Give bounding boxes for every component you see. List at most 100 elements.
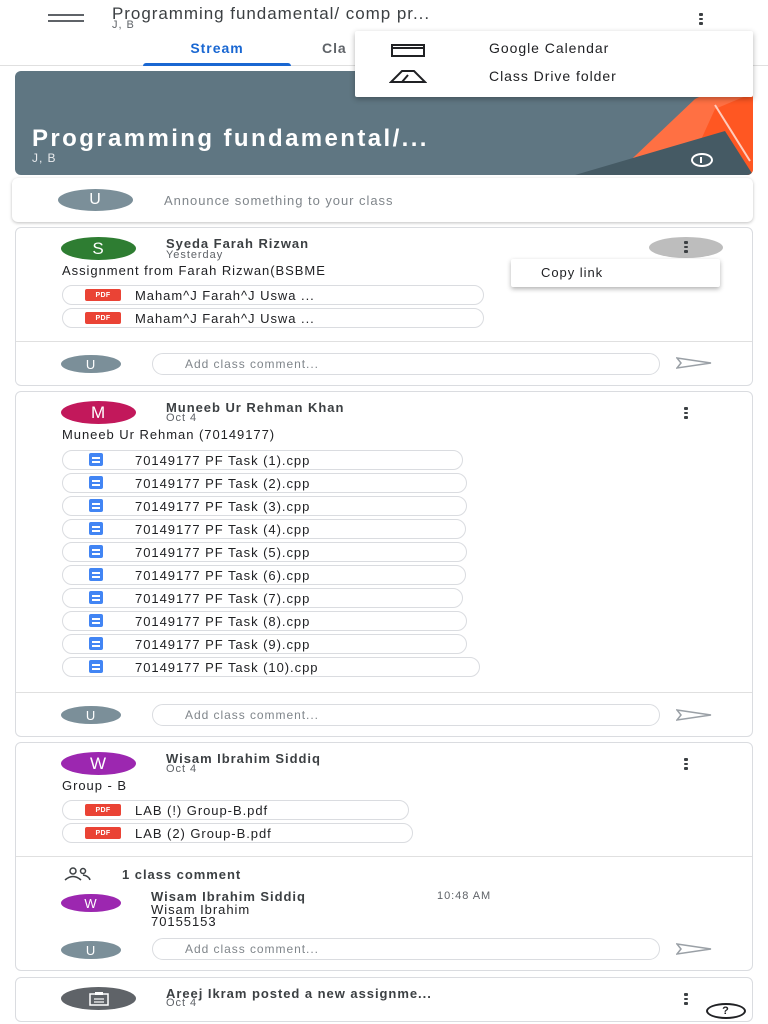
overflow-dropdown-menu: Google Calendar Class Drive folder: [355, 31, 753, 97]
attachment-chip[interactable]: PDF Maham^J Farah^J Uswa ...: [62, 285, 484, 305]
menu-item-google-calendar[interactable]: Google Calendar: [355, 36, 753, 64]
attachment-name: 70149177 PF Task (5).cpp: [135, 545, 311, 560]
avatar: W: [61, 752, 136, 775]
attachment-chip[interactable]: 70149177 PF Task (7).cpp: [62, 588, 463, 608]
post-card: S Syeda Farah Rizwan Yesterday Assignmen…: [15, 227, 753, 386]
menu-item-label: Google Calendar: [489, 40, 610, 56]
copy-link-menu-item[interactable]: Copy link: [511, 259, 720, 287]
document-icon: [89, 499, 103, 512]
attachment-chip[interactable]: 70149177 PF Task (10).cpp: [62, 657, 480, 677]
info-icon[interactable]: [691, 153, 713, 167]
attachment-name: Maham^J Farah^J Uswa ...: [135, 311, 315, 326]
attachment-chip[interactable]: PDF Maham^J Farah^J Uswa ...: [62, 308, 484, 328]
avatar: S: [61, 237, 136, 260]
attachment-name: LAB (!) Group-B.pdf: [135, 803, 269, 818]
attachment-chip[interactable]: 70149177 PF Task (8).cpp: [62, 611, 467, 631]
post-date: Yesterday: [166, 249, 224, 261]
send-icon[interactable]: [676, 709, 712, 721]
banner-subtitle: J, B: [32, 151, 57, 165]
document-icon: [89, 614, 103, 627]
attachment-chip[interactable]: 70149177 PF Task (1).cpp: [62, 450, 463, 470]
post-card: M Muneeb Ur Rehman Khan Oct 4 Muneeb Ur …: [15, 391, 753, 737]
attachment-name: 70149177 PF Task (10).cpp: [135, 660, 319, 675]
comment-input[interactable]: Add class comment...: [152, 938, 660, 960]
post-text: Assignment from Farah Rizwan(BSBME: [62, 263, 326, 278]
send-icon[interactable]: [676, 943, 712, 955]
attachment-chip[interactable]: 70149177 PF Task (9).cpp: [62, 634, 467, 654]
comment-input[interactable]: Add class comment...: [152, 353, 660, 375]
pdf-icon: PDF: [85, 804, 121, 816]
attachment-chip[interactable]: 70149177 PF Task (2).cpp: [62, 473, 467, 493]
menu-item-class-drive-folder[interactable]: Class Drive folder: [355, 64, 753, 92]
more-vert-icon[interactable]: [677, 755, 695, 773]
announce-box[interactable]: U Announce something to your class: [12, 178, 753, 222]
attachment-name: Maham^J Farah^J Uswa ...: [135, 288, 315, 303]
people-icon: [64, 867, 91, 881]
attachment-name: 70149177 PF Task (7).cpp: [135, 591, 311, 606]
attachment-name: 70149177 PF Task (4).cpp: [135, 522, 311, 537]
post-text: Group - B: [62, 778, 127, 793]
class-title: Programming fundamental/ comp pr...: [112, 4, 431, 23]
divider: [16, 856, 752, 857]
comment-placeholder: Add class comment...: [185, 708, 319, 722]
attachment-chip[interactable]: PDF LAB (!) Group-B.pdf: [62, 800, 409, 820]
announce-placeholder: Announce something to your class: [164, 193, 394, 208]
attachment-chip[interactable]: 70149177 PF Task (3).cpp: [62, 496, 467, 516]
comment-time: 10:48 AM: [437, 890, 492, 902]
assignment-card[interactable]: Areej Ikram posted a new assignme... Oct…: [15, 977, 753, 1022]
pdf-icon: PDF: [85, 827, 121, 839]
copy-link-label: Copy link: [541, 265, 604, 280]
attachment-name: 70149177 PF Task (2).cpp: [135, 476, 311, 491]
post-date: Oct 4: [166, 763, 198, 775]
avatar: U: [61, 941, 121, 959]
document-icon: [89, 637, 103, 650]
document-icon: [89, 476, 103, 489]
send-icon[interactable]: [676, 357, 712, 369]
help-icon[interactable]: ?: [706, 1003, 746, 1019]
attachment-chip[interactable]: PDF LAB (2) Group-B.pdf: [62, 823, 413, 843]
tab-stream[interactable]: Stream: [143, 40, 291, 66]
attachment-chip[interactable]: 70149177 PF Task (4).cpp: [62, 519, 466, 539]
avatar: U: [58, 189, 133, 211]
attachment-name: LAB (2) Group-B.pdf: [135, 826, 272, 841]
comment-placeholder: Add class comment...: [185, 942, 319, 956]
hamburger-menu-icon[interactable]: [48, 14, 84, 28]
menu-item-label: Class Drive folder: [489, 68, 617, 84]
document-icon: [89, 545, 103, 558]
attachment-name: 70149177 PF Task (3).cpp: [135, 499, 311, 514]
document-icon: [89, 522, 103, 535]
attachment-chip[interactable]: 70149177 PF Task (6).cpp: [62, 565, 466, 585]
drive-icon: [389, 70, 427, 83]
more-vert-icon[interactable]: [677, 404, 695, 422]
assignment-title: Areej Ikram posted a new assignme...: [166, 986, 432, 1001]
attachment-name: 70149177 PF Task (6).cpp: [135, 568, 311, 583]
post-text: Muneeb Ur Rehman (70149177): [62, 427, 276, 442]
attachment-chip[interactable]: 70149177 PF Task (5).cpp: [62, 542, 467, 562]
post-card: W Wisam Ibrahim Siddiq Oct 4 Group - B P…: [15, 742, 753, 971]
comment-placeholder: Add class comment...: [185, 357, 319, 371]
tab-classwork[interactable]: Cla: [322, 40, 347, 56]
post-menu-button[interactable]: [649, 237, 723, 258]
attachment-name: 70149177 PF Task (8).cpp: [135, 614, 311, 629]
more-vert-icon: [677, 238, 695, 256]
more-vert-icon[interactable]: [677, 990, 695, 1008]
document-icon: [89, 660, 103, 673]
post-date: Oct 4: [166, 997, 198, 1009]
avatar: W: [61, 894, 121, 912]
class-subtitle: J, B: [112, 19, 135, 31]
overflow-menu-icon[interactable]: [692, 10, 710, 28]
assignment-icon: [61, 987, 136, 1010]
comment-text-line: 70155153: [151, 914, 217, 929]
divider: [16, 692, 752, 693]
avatar: M: [61, 401, 136, 424]
document-icon: [89, 568, 103, 581]
avatar: U: [61, 355, 121, 373]
document-icon: [89, 591, 103, 604]
pdf-icon: PDF: [85, 312, 121, 324]
avatar: U: [61, 706, 121, 724]
clipboard-icon: [88, 991, 109, 1006]
document-icon: [89, 453, 103, 466]
comment-count-link[interactable]: 1 class comment: [122, 867, 241, 882]
post-date: Oct 4: [166, 412, 198, 424]
comment-input[interactable]: Add class comment...: [152, 704, 660, 726]
